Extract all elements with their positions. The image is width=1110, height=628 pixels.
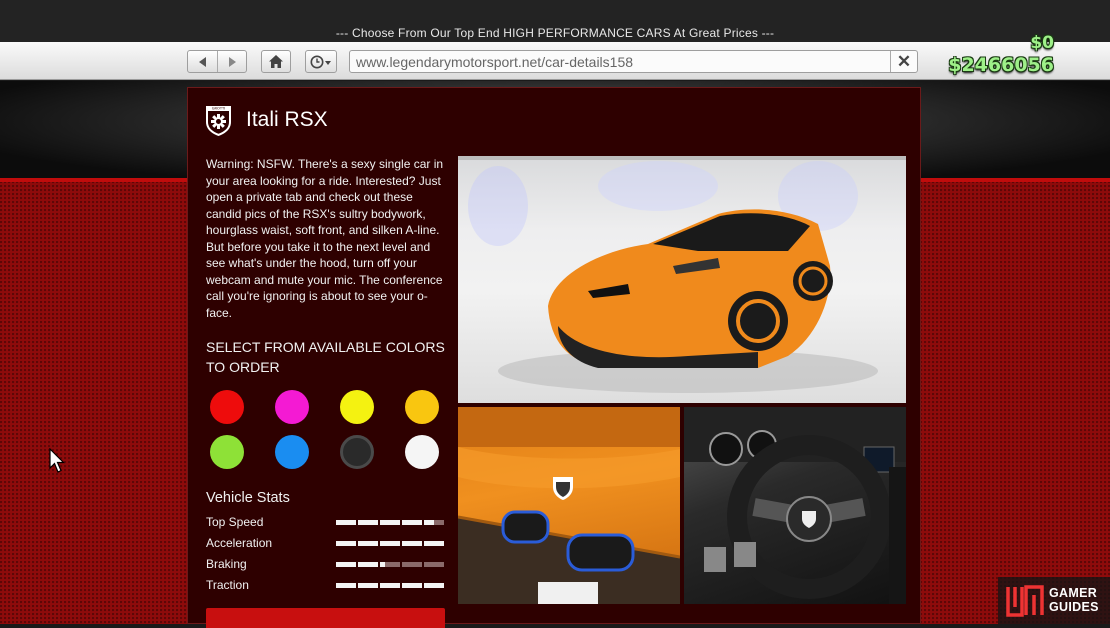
stat-row: Acceleration bbox=[206, 536, 446, 552]
history-button[interactable] bbox=[305, 50, 337, 73]
color-swatch-lime[interactable] bbox=[210, 435, 244, 469]
top-banner: --- Choose From Our Top End HIGH PERFORM… bbox=[0, 0, 1110, 42]
stat-row: Traction bbox=[206, 578, 446, 594]
cash-balance: $0 bbox=[1030, 33, 1054, 53]
car-rear-badge-photo[interactable] bbox=[458, 407, 680, 604]
stat-bar-segment bbox=[336, 583, 356, 588]
bank-balance: $2466056 bbox=[948, 54, 1054, 76]
stat-bar-segment bbox=[380, 583, 400, 588]
gamer-guides-logo-icon bbox=[1006, 585, 1044, 617]
color-swatch-white[interactable] bbox=[405, 435, 439, 469]
stat-bar-segment bbox=[380, 541, 400, 546]
forward-arrow-icon bbox=[229, 56, 236, 67]
colors-heading: SELECT FROM AVAILABLE COLORS TO ORDER bbox=[206, 339, 445, 375]
stat-bar bbox=[336, 541, 444, 546]
stat-bar-segment bbox=[358, 541, 378, 546]
color-swatch-blue[interactable] bbox=[275, 435, 309, 469]
stat-bar-segment bbox=[424, 583, 444, 588]
address-bar[interactable]: www.legendarymotorsport.net/car-details1… bbox=[349, 50, 918, 73]
stat-row: Top Speed bbox=[206, 515, 446, 531]
stat-bar-segment bbox=[380, 520, 400, 525]
back-forward-group bbox=[187, 50, 247, 73]
car-front-three-quarter-photo[interactable] bbox=[458, 156, 906, 403]
clock-icon bbox=[310, 55, 331, 68]
stat-bar-segment bbox=[402, 541, 422, 546]
stat-label: Top Speed bbox=[206, 515, 264, 529]
car-description: Warning: NSFW. There's a sexy single car… bbox=[206, 157, 444, 320]
stat-bar bbox=[336, 562, 444, 567]
steering-wheel-interior-photo[interactable] bbox=[684, 407, 906, 604]
stats-heading: Vehicle Stats bbox=[206, 490, 290, 506]
color-swatch-black[interactable] bbox=[340, 435, 374, 469]
stat-bar-segment bbox=[358, 583, 378, 588]
color-swatch-yellow[interactable] bbox=[340, 390, 374, 424]
color-swatch-magenta[interactable] bbox=[275, 390, 309, 424]
stat-bar-segment bbox=[336, 520, 356, 525]
color-swatch-gold[interactable] bbox=[405, 390, 439, 424]
stat-row: Braking bbox=[206, 557, 446, 573]
close-tab-button[interactable]: ✕ bbox=[890, 51, 917, 72]
color-swatch-red[interactable] bbox=[210, 390, 244, 424]
stat-label: Braking bbox=[206, 557, 247, 571]
stat-bar-segment bbox=[358, 562, 378, 567]
stat-bar-segment bbox=[336, 562, 356, 567]
browser-toolbar: www.legendarymotorsport.net/car-details1… bbox=[0, 42, 1110, 80]
stat-bar bbox=[336, 583, 444, 588]
back-button[interactable] bbox=[188, 51, 217, 72]
brand-logo-text: GROTTI bbox=[212, 107, 226, 111]
close-icon: ✕ bbox=[896, 51, 912, 71]
stat-label: Acceleration bbox=[206, 536, 273, 550]
stat-bar bbox=[336, 520, 444, 525]
stat-label: Traction bbox=[206, 578, 249, 592]
watermark-line-2: GUIDES bbox=[1049, 600, 1099, 614]
mouse-cursor-icon bbox=[49, 448, 65, 473]
stat-bar-segment bbox=[336, 541, 356, 546]
car-details-panel: GROTTI Itali RSX Warning: NSFW. There's … bbox=[187, 87, 921, 628]
promo-ticker: --- Choose From Our Top End HIGH PERFORM… bbox=[335, 26, 775, 40]
stat-bar-segment bbox=[380, 562, 400, 567]
stat-bar-segment bbox=[402, 583, 422, 588]
stat-bar-segment bbox=[358, 520, 378, 525]
home-icon bbox=[269, 55, 283, 68]
order-button[interactable] bbox=[206, 608, 445, 628]
stat-bar-segment bbox=[424, 541, 444, 546]
stat-bar-segment bbox=[402, 520, 422, 525]
stat-bar-segment bbox=[424, 562, 444, 567]
grotti-shield-logo: GROTTI bbox=[206, 106, 231, 136]
gamer-guides-watermark: GAMER GUIDES bbox=[998, 577, 1110, 624]
back-arrow-icon bbox=[198, 56, 206, 67]
stat-bar-segment bbox=[424, 520, 444, 525]
car-name: Itali RSX bbox=[246, 108, 328, 131]
forward-button[interactable] bbox=[217, 51, 246, 72]
stat-bar-segment bbox=[402, 562, 422, 567]
url-text: www.legendarymotorsport.net/car-details1… bbox=[356, 54, 634, 70]
home-button[interactable] bbox=[261, 50, 291, 73]
watermark-line-1: GAMER bbox=[1049, 586, 1098, 600]
